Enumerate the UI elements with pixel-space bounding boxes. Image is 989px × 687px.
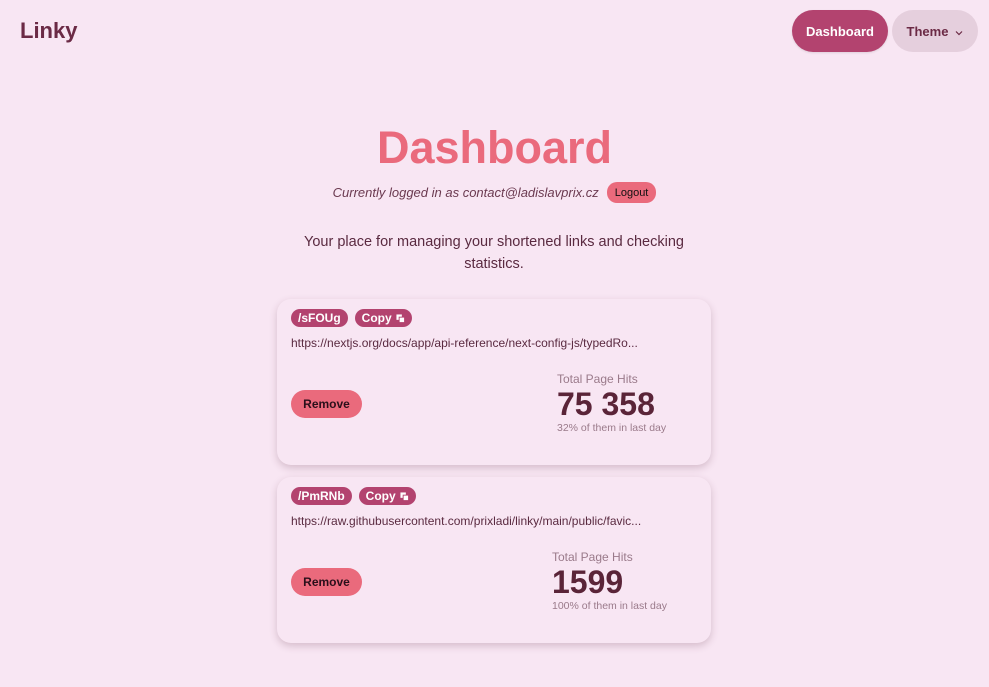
theme-dropdown-button[interactable]: Theme — [892, 10, 978, 52]
copy-icon — [396, 313, 405, 323]
remove-button[interactable]: Remove — [291, 568, 362, 596]
login-status: Currently logged in as contact@ladislavp… — [0, 182, 989, 203]
link-url[interactable]: https://nextjs.org/docs/app/api-referenc… — [291, 336, 695, 350]
dashboard-nav-button[interactable]: Dashboard — [792, 10, 888, 52]
stat-value: 1599 — [552, 564, 624, 600]
link-card: /PmRNb Copy https://raw.githubuserconten… — [277, 477, 711, 643]
logout-button[interactable]: Logout — [606, 182, 657, 203]
link-url[interactable]: https://raw.githubusercontent.com/prixla… — [291, 514, 695, 528]
stat-description: 100% of them in last day — [552, 600, 667, 612]
chevron-down-icon — [955, 24, 963, 39]
brand-logo[interactable]: Linky — [20, 18, 77, 44]
page-hits-stat: Total Page Hits 1599 100% of them in las… — [552, 550, 667, 612]
copy-button[interactable]: Copy — [354, 309, 412, 327]
stat-title: Total Page Hits — [557, 372, 638, 386]
remove-button[interactable]: Remove — [291, 390, 362, 418]
link-badges: /PmRNb Copy — [291, 487, 416, 505]
link-slug-badge: /PmRNb — [291, 487, 352, 505]
tagline: Your place for managing your shortened l… — [304, 234, 684, 272]
link-card: /sFOUg Copy https://nextjs.org/docs/app/… — [277, 299, 711, 465]
link-slug-badge: /sFOUg — [291, 309, 348, 327]
login-text: Currently logged in as contact@ladislavp… — [332, 185, 599, 200]
stat-value: 75 358 — [557, 386, 655, 422]
stat-title: Total Page Hits — [552, 550, 633, 564]
copy-icon — [400, 491, 409, 501]
link-badges: /sFOUg Copy — [291, 309, 412, 327]
copy-button[interactable]: Copy — [358, 487, 416, 505]
copy-label: Copy — [361, 311, 392, 325]
stat-description: 32% of them in last day — [557, 422, 667, 434]
page-title: Dashboard — [376, 122, 613, 173]
navbar: Linky Dashboard Theme — [0, 0, 989, 62]
theme-label: Theme — [906, 23, 949, 39]
copy-label: Copy — [365, 489, 396, 503]
page-hits-stat: Total Page Hits 75 358 32% of them in la… — [557, 372, 666, 434]
